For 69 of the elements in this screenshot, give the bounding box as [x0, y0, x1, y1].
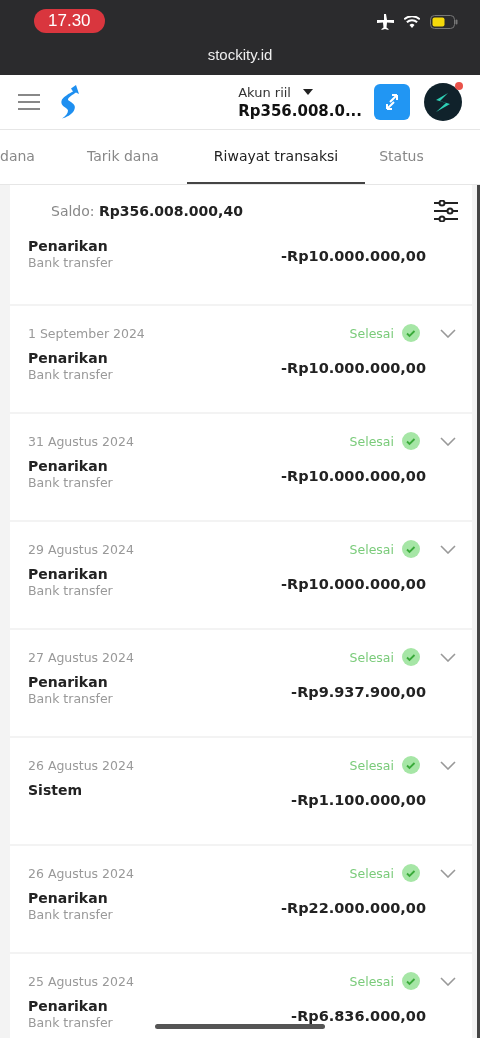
chevron-down-icon[interactable] — [440, 868, 456, 878]
transaction-method: Bank transfer — [28, 583, 113, 598]
check-icon — [402, 648, 420, 666]
switch-account-button[interactable] — [374, 84, 410, 120]
transaction-method: Bank transfer — [28, 255, 113, 270]
logo-icon[interactable] — [59, 85, 79, 119]
transaction-date: 31 Agustus 2024 — [28, 433, 134, 449]
chevron-down-icon[interactable] — [440, 544, 456, 554]
swap-arrows-icon — [384, 93, 400, 111]
balance-text: Saldo: Rp356.008.000,40 — [51, 203, 243, 219]
transaction-method: Bank transfer — [28, 475, 113, 490]
status-label: Selesai — [349, 325, 394, 341]
transaction-date: 29 Agustus 2024 — [28, 541, 134, 557]
chevron-down-icon[interactable] — [440, 652, 456, 662]
transaction-amount: -Rp6.836.000,00 — [291, 1008, 426, 1024]
status-label: Selesai — [349, 973, 394, 989]
transaction-title: Penarikan — [28, 458, 109, 474]
check-icon — [402, 324, 420, 342]
transaction-method: Bank transfer — [28, 1015, 113, 1030]
status-time: 17.30 — [34, 9, 105, 33]
transaction-amount: -Rp10.000.000,00 — [281, 360, 426, 376]
transaction-amount: -Rp10.000.000,00 — [281, 248, 426, 264]
check-icon — [402, 972, 420, 990]
transaction-method: Bank transfer — [28, 907, 113, 922]
avatar-icon[interactable] — [424, 83, 462, 121]
status-label: Selesai — [349, 649, 394, 665]
check-icon — [402, 432, 420, 450]
transaction-amount: -Rp9.937.900,00 — [291, 684, 426, 700]
transaction-title: Penarikan — [28, 350, 109, 366]
wifi-icon — [404, 16, 420, 28]
transaction-title: Penarikan — [28, 998, 109, 1014]
transaction-title: Penarikan — [28, 238, 109, 254]
transaction-amount: -Rp1.100.000,00 — [291, 792, 426, 808]
menu-icon[interactable] — [18, 94, 40, 110]
transaction-amount: -Rp10.000.000,00 — [281, 576, 426, 592]
transaction-method: Bank transfer — [28, 367, 113, 382]
transaction-date: 26 Agustus 2024 — [28, 757, 134, 773]
transaction-date: 27 Agustus 2024 — [28, 649, 134, 665]
status-label: Selesai — [349, 757, 394, 773]
transaction-title: Penarikan — [28, 566, 109, 582]
tab[interactable]: Tarik dana — [72, 130, 173, 184]
status-label: Selesai — [349, 865, 394, 881]
airplane-icon — [376, 14, 394, 30]
check-icon — [402, 540, 420, 558]
transaction-amount: -Rp22.000.000,00 — [281, 900, 426, 916]
status-label: Selesai — [349, 541, 394, 557]
transaction-date: 25 Agustus 2024 — [28, 973, 134, 989]
transaction-method: Bank transfer — [28, 691, 113, 706]
dropdown-caret-icon[interactable] — [302, 89, 313, 95]
check-icon — [402, 864, 420, 882]
chevron-down-icon[interactable] — [440, 760, 456, 770]
transaction-title: Sistem — [28, 782, 82, 798]
status-label: Selesai — [349, 433, 394, 449]
battery-icon — [430, 15, 458, 29]
chevron-down-icon[interactable] — [440, 436, 456, 446]
account-balance: Rp356.008.0... — [238, 101, 362, 120]
transaction-title: Penarikan — [28, 890, 109, 906]
account-type-label[interactable]: Akun riil — [238, 84, 291, 100]
check-icon — [402, 756, 420, 774]
transaction-amount: -Rp10.000.000,00 — [281, 468, 426, 484]
tab[interactable]: Status — [365, 130, 438, 184]
transaction-title: Penarikan — [28, 674, 109, 690]
chevron-down-icon[interactable] — [440, 976, 456, 986]
url-text[interactable]: stockity.id — [207, 46, 273, 63]
transaction-date: 1 September 2024 — [28, 325, 145, 341]
transaction-date: 26 Agustus 2024 — [28, 865, 134, 881]
chevron-down-icon[interactable] — [440, 328, 456, 338]
filter-icon[interactable] — [434, 200, 458, 222]
tab[interactable]: dana — [0, 130, 73, 184]
